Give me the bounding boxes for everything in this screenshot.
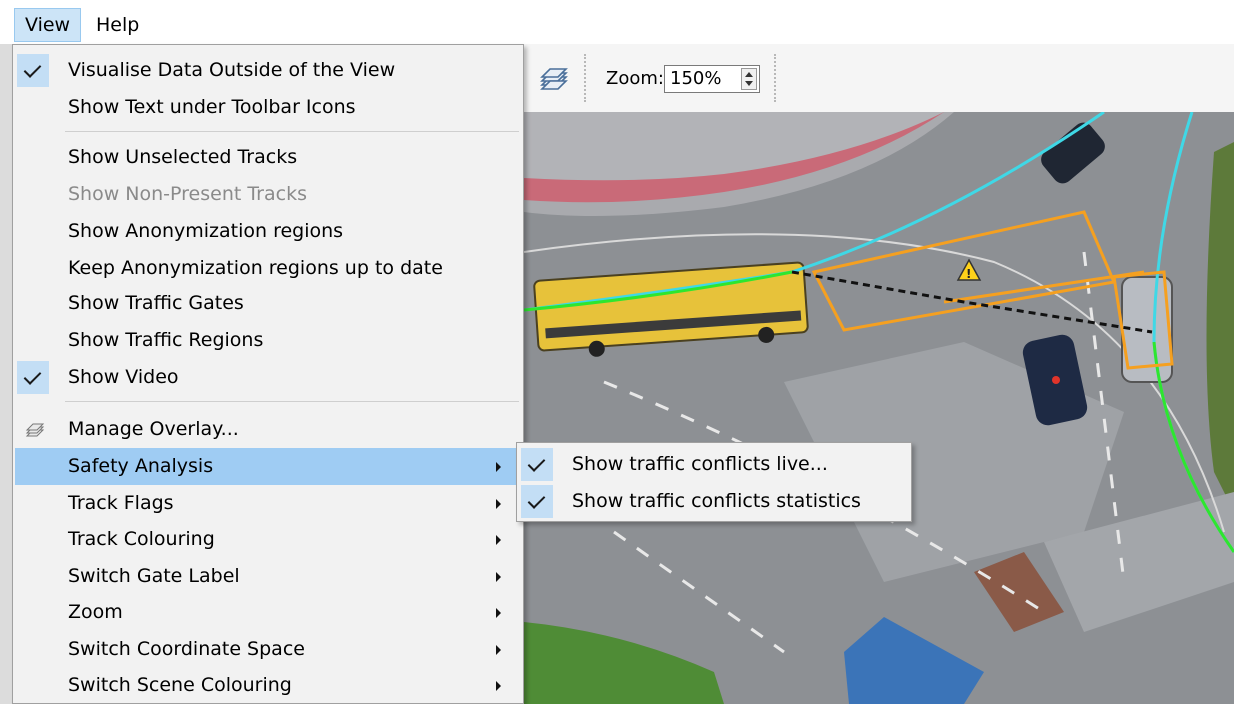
toolbar-separator — [774, 54, 777, 102]
menu-item-safety-analysis[interactable]: Safety Analysis — [15, 448, 521, 485]
safety-analysis-submenu: Show traffic conflicts live... Show traf… — [516, 442, 912, 522]
menu-item-track-colouring[interactable]: Track Colouring — [15, 521, 521, 558]
menu-item-track-flags[interactable]: Track Flags — [15, 485, 521, 522]
zoom-label: Zoom: — [606, 68, 664, 89]
submenu-arrow-icon — [496, 681, 501, 691]
submenu-arrow-icon — [496, 572, 501, 582]
menu-item-zoom[interactable]: Zoom — [15, 594, 521, 631]
menu-item-visualise-data-outside[interactable]: Visualise Data Outside of the View — [15, 52, 521, 89]
menu-item-switch-gate-label[interactable]: Switch Gate Label — [15, 558, 521, 595]
submenu-arrow-icon — [496, 645, 501, 655]
menu-item-show-unselected-tracks[interactable]: Show Unselected Tracks — [15, 139, 521, 176]
zoom-spinbox[interactable]: 150% — [664, 65, 760, 93]
checkmark-icon — [521, 448, 553, 481]
submenu-arrow-icon — [496, 608, 501, 618]
submenu-arrow-icon — [496, 499, 501, 509]
menubar: View Help — [0, 0, 1234, 44]
checkmark-icon — [521, 485, 553, 518]
zoom-value[interactable]: 150% — [670, 66, 721, 92]
menu-item-manage-overlay[interactable]: Manage Overlay... — [15, 411, 521, 448]
toolbar: Zoom: 150% — [524, 44, 1234, 113]
svg-text:!: ! — [966, 267, 971, 281]
toolbar-separator — [584, 54, 587, 102]
layers-icon[interactable] — [538, 63, 570, 95]
checkmark-icon — [17, 361, 49, 394]
zoom-spin-buttons[interactable] — [741, 68, 757, 90]
view-menu: Visualise Data Outside of the View Show … — [12, 44, 524, 704]
menu-item-show-non-present-tracks: Show Non-Present Tracks — [68, 183, 307, 205]
menu-item-show-traffic-gates[interactable]: Show Traffic Gates — [15, 285, 521, 322]
menu-item-show-anonymization-regions[interactable]: Show Anonymization regions — [15, 213, 521, 250]
menu-item-show-traffic-conflicts-live[interactable]: Show traffic conflicts live... — [519, 446, 909, 483]
menu-item-show-traffic-conflicts-statistics[interactable]: Show traffic conflicts statistics — [519, 483, 909, 520]
menu-item-show-video[interactable]: Show Video — [15, 359, 521, 396]
menu-item-show-traffic-regions[interactable]: Show Traffic Regions — [15, 322, 521, 359]
aerial-scene: ! — [524, 112, 1234, 704]
layers-icon — [25, 423, 45, 437]
spin-up-icon[interactable] — [745, 72, 753, 77]
menu-separator — [65, 401, 519, 402]
submenu-arrow-icon — [496, 462, 501, 472]
submenu-arrow-icon — [496, 535, 501, 545]
spin-down-icon[interactable] — [745, 81, 753, 86]
menu-separator — [65, 131, 519, 132]
checkmark-icon — [17, 54, 49, 87]
menu-help[interactable]: Help — [86, 8, 149, 42]
menu-item-keep-anonymization-regions-up-to-date[interactable]: Keep Anonymization regions up to date — [15, 250, 521, 287]
menu-item-show-text-under-toolbar-icons[interactable]: Show Text under Toolbar Icons — [15, 89, 521, 126]
menu-item-switch-scene-colouring[interactable]: Switch Scene Colouring — [15, 667, 521, 704]
video-view[interactable]: ! — [524, 112, 1234, 704]
menu-item-switch-coordinate-space[interactable]: Switch Coordinate Space — [15, 631, 521, 668]
menu-view[interactable]: View — [14, 8, 82, 42]
